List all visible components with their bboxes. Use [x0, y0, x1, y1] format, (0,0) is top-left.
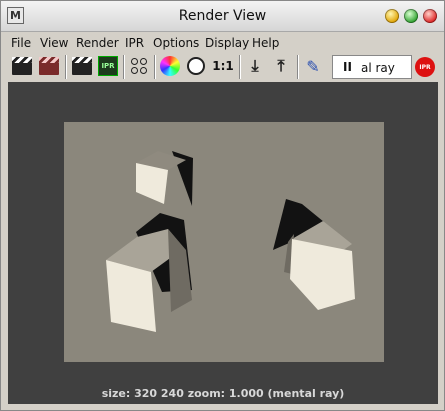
cube-light-face	[136, 163, 168, 204]
ipr-icon[interactable]: IPR	[96, 54, 120, 78]
menu-render[interactable]: Render	[76, 36, 119, 50]
render-diagnostics-icon[interactable]: ✎	[301, 54, 325, 78]
toolbar-separator	[297, 55, 299, 79]
remove-image-icon[interactable]: ⤒	[269, 54, 293, 78]
alpha-channel-icon[interactable]	[184, 54, 208, 78]
renderer-value: al ray	[361, 61, 395, 75]
ipr-icon-label: IPR	[98, 56, 118, 76]
render-status: size: 320 240 zoom: 1.000 (mental ray)	[101, 387, 345, 400]
render-settings-icon[interactable]	[127, 54, 151, 78]
menu-file[interactable]: File	[11, 36, 31, 50]
render-clapper-icon[interactable]	[10, 54, 34, 78]
render-scene	[106, 151, 355, 332]
cube-light-face	[290, 239, 355, 310]
rendered-image	[64, 122, 384, 362]
toolbar-separator	[65, 55, 67, 79]
redo-render-clapper-icon[interactable]	[37, 54, 61, 78]
close-icon[interactable]	[423, 9, 437, 23]
zoom-one-to-one-icon[interactable]: 1:1	[211, 54, 235, 78]
menu-options[interactable]: Options	[153, 36, 199, 50]
toolbar: IPR 1:1 ⤓ ⤒ ✎ II al ray IPR	[1, 52, 444, 82]
toolbar-separator	[123, 55, 125, 79]
toolbar-separator	[239, 55, 241, 79]
pause-icon[interactable]: II	[343, 60, 352, 74]
menu-ipr[interactable]: IPR	[125, 36, 144, 50]
toolbar-separator	[154, 55, 156, 79]
render-viewport[interactable]: size: 320 240 zoom: 1.000 (mental ray)	[8, 82, 438, 404]
rgb-channels-icon[interactable]	[158, 54, 182, 78]
menu-view[interactable]: View	[40, 36, 68, 50]
menu-help[interactable]: Help	[252, 36, 279, 50]
window-title: Render View	[178, 8, 267, 24]
menu-bar: File View Render IPR Options Display Hel…	[1, 34, 444, 52]
render-view-window: M Render View File View Render IPR Optio…	[0, 0, 445, 411]
keep-image-icon[interactable]: ⤓	[243, 54, 267, 78]
renderer-field[interactable]: II al ray	[332, 55, 412, 79]
ipr-render-clapper-icon[interactable]	[70, 54, 94, 78]
ipr-stop-icon[interactable]: IPR	[415, 57, 435, 77]
minimize-icon[interactable]	[385, 9, 399, 23]
maximize-icon[interactable]	[404, 9, 418, 23]
menu-display[interactable]: Display	[205, 36, 249, 50]
zoom-one-to-one-label: 1:1	[212, 59, 234, 73]
title-bar[interactable]: M Render View	[1, 1, 444, 32]
